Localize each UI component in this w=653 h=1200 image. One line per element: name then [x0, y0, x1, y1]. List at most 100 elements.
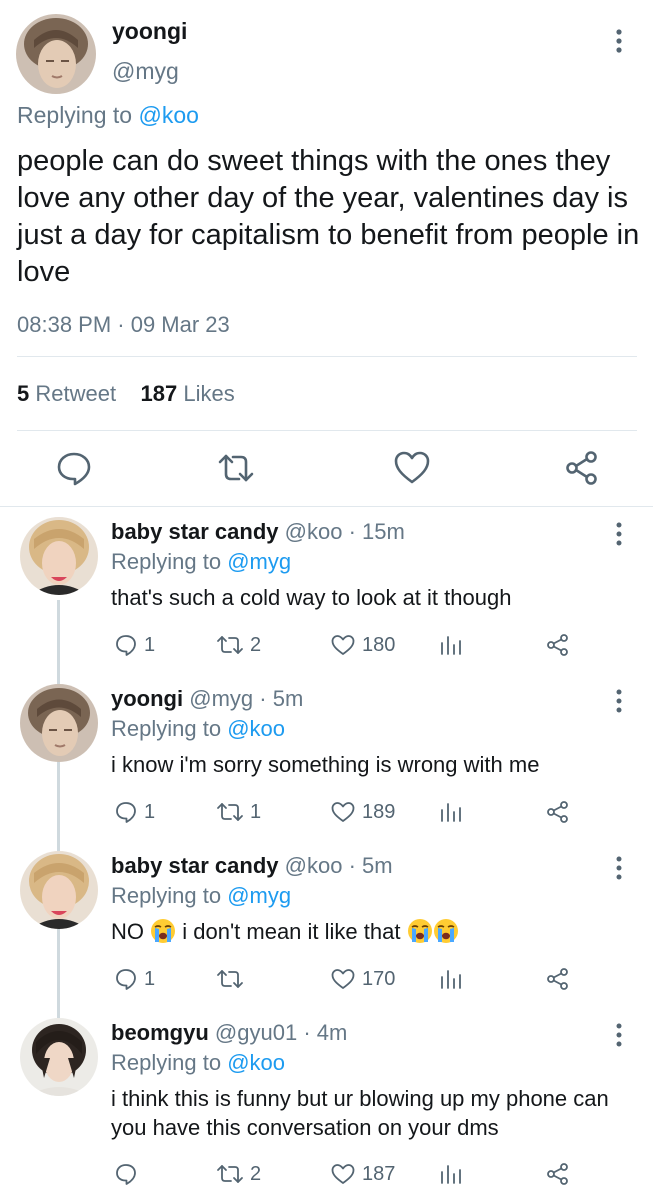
divider — [17, 430, 637, 431]
reply-time[interactable]: · 5m — [259, 686, 303, 711]
tweet-timestamp[interactable]: 08:38 PM · 09 Mar 23 — [17, 312, 230, 338]
divider — [17, 356, 637, 357]
like-count: 187 — [362, 1162, 396, 1185]
avatar-image-gyu01 — [20, 1018, 98, 1096]
reply-bubble-icon[interactable] — [114, 800, 138, 824]
replying-prefix: Replying to — [111, 549, 222, 574]
heart-icon[interactable] — [330, 800, 356, 824]
more-vertical-icon[interactable] — [611, 855, 627, 881]
more-vertical-icon[interactable] — [611, 1022, 627, 1048]
like-count: 170 — [362, 967, 396, 990]
reply-count: 1 — [144, 633, 156, 656]
retweet-count: 1 — [250, 800, 262, 823]
analytics-bars-icon[interactable] — [440, 1159, 462, 1189]
share-icon[interactable] — [545, 797, 571, 827]
author-handle[interactable]: @myg — [112, 58, 179, 85]
reply-text: that's such a cold way to look at it tho… — [111, 585, 512, 610]
avatar[interactable] — [20, 1018, 98, 1096]
replying-handle-link[interactable]: @myg — [227, 549, 291, 574]
heart-icon[interactable] — [330, 967, 356, 991]
reply-author-name[interactable]: baby star candy — [111, 853, 279, 878]
avatar[interactable] — [20, 684, 98, 762]
retweet-action[interactable]: 2 — [216, 630, 261, 660]
analytics-bars-icon[interactable] — [440, 630, 462, 660]
retweet-count: 2 — [250, 1162, 262, 1185]
retweet-icon[interactable] — [216, 448, 256, 488]
reply-header: baby star candy @koo · 5m — [111, 853, 393, 879]
heart-icon[interactable] — [330, 633, 356, 657]
reply-action[interactable]: 1 — [114, 797, 155, 827]
heart-icon[interactable] — [330, 1162, 356, 1186]
avatar-image-koo — [20, 851, 98, 929]
retweet-action[interactable]: 1 — [216, 797, 261, 827]
reply-bubble-icon[interactable] — [114, 633, 138, 657]
reply-action[interactable]: 1 — [114, 630, 155, 660]
reply-actions: 2 187 — [0, 1159, 653, 1189]
more-vertical-icon[interactable] — [611, 688, 627, 714]
tweet-text: people can do sweet things with the ones… — [17, 145, 640, 288]
like-action[interactable]: 189 — [330, 797, 395, 827]
share-icon[interactable] — [545, 1159, 571, 1189]
reply-text: i know i'm sorry something is wrong with… — [111, 752, 540, 777]
avatar[interactable] — [20, 851, 98, 929]
reply-author-handle[interactable]: @gyu01 — [215, 1020, 297, 1045]
replying-handle-link[interactable]: @myg — [227, 883, 291, 908]
replying-handle-link[interactable]: @koo — [227, 716, 285, 741]
share-icon[interactable] — [562, 448, 602, 488]
replying-handle-link[interactable]: @koo — [227, 1050, 285, 1075]
reply-action[interactable]: 1 — [114, 964, 155, 994]
retweet-count: 2 — [250, 633, 262, 656]
analytics-bars-icon[interactable] — [440, 797, 462, 827]
like-action[interactable]: 180 — [330, 630, 395, 660]
replying-to: Replying to @koo — [111, 716, 285, 742]
reply-header: baby star candy @koo · 15m — [111, 519, 405, 545]
replying-prefix: Replying to — [111, 716, 222, 741]
like-action[interactable]: 170 — [330, 964, 395, 994]
like-action[interactable]: 187 — [330, 1159, 395, 1189]
reply-time[interactable]: · 5m — [349, 853, 393, 878]
reply-author-handle[interactable]: @koo — [285, 519, 343, 544]
retweet-icon[interactable] — [216, 633, 244, 657]
reply-text: i think this is funny but ur blowing up … — [111, 1086, 609, 1140]
reply-count: 1 — [144, 800, 156, 823]
reply-text: NO i don't mean it like that — [111, 917, 636, 946]
separator — [0, 506, 653, 507]
reply-author-name[interactable]: beomgyu — [111, 1020, 209, 1045]
reply-header: yoongi @myg · 5m — [111, 686, 303, 712]
reply-author-handle[interactable]: @myg — [189, 686, 253, 711]
reply-bubble-icon[interactable] — [54, 448, 94, 488]
retweet-icon[interactable] — [216, 967, 244, 991]
retweet-action[interactable]: 2 — [216, 1159, 261, 1189]
reply-action[interactable] — [114, 1159, 144, 1189]
like-count[interactable]: 187 — [141, 381, 178, 406]
share-icon[interactable] — [545, 964, 571, 994]
share-icon[interactable] — [545, 630, 571, 660]
more-vertical-icon[interactable] — [611, 521, 627, 547]
reply-author-name[interactable]: baby star candy — [111, 519, 279, 544]
reply-time[interactable]: · 4m — [303, 1020, 347, 1045]
retweet-icon[interactable] — [216, 1162, 244, 1186]
retweet-label[interactable]: Retweet — [35, 381, 116, 406]
heart-icon[interactable] — [392, 448, 432, 488]
replying-handle-link[interactable]: @koo — [138, 102, 198, 128]
avatar[interactable] — [16, 14, 96, 94]
analytics-bars-icon[interactable] — [440, 964, 462, 994]
avatar-image-koo — [20, 517, 98, 595]
retweet-icon[interactable] — [216, 800, 244, 824]
reply-bubble-icon[interactable] — [114, 967, 138, 991]
reply-bubble-icon[interactable] — [114, 1162, 138, 1186]
author-name[interactable]: yoongi — [112, 18, 187, 45]
retweet-action[interactable] — [216, 964, 250, 994]
like-label[interactable]: Likes — [183, 381, 234, 406]
reply-time[interactable]: · 15m — [349, 519, 405, 544]
replying-prefix: Replying to — [111, 1050, 222, 1075]
more-vertical-icon[interactable] — [611, 28, 627, 54]
reply-count: 1 — [144, 967, 156, 990]
replying-to: Replying to @koo — [111, 1050, 285, 1076]
reply-author-handle[interactable]: @koo — [285, 853, 343, 878]
main-tweet: yoongi @myg Replying to @koo people can … — [0, 0, 653, 505]
retweet-count[interactable]: 5 — [17, 381, 29, 406]
loudly-crying-face-emoji — [407, 919, 432, 943]
avatar[interactable] — [20, 517, 98, 595]
reply-author-name[interactable]: yoongi — [111, 686, 183, 711]
